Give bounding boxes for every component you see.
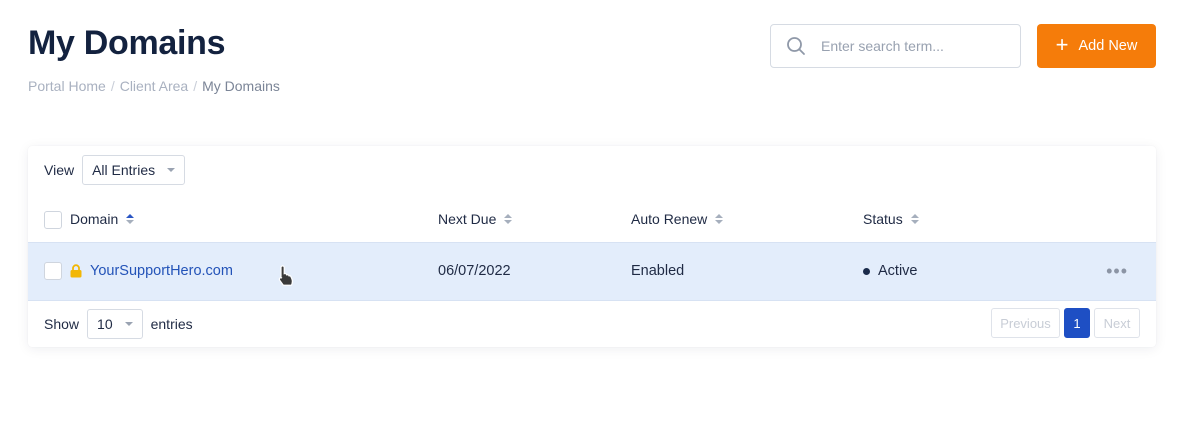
table-header: Domain Next Due Auto Renew Status xyxy=(28,198,1156,242)
breadcrumb: Portal Home / Client Area / My Domains xyxy=(28,78,280,94)
chevron-down-icon xyxy=(124,322,133,326)
column-header-domain[interactable]: Domain xyxy=(70,211,135,227)
pagination-page-1[interactable]: 1 xyxy=(1064,308,1090,338)
breadcrumb-current: My Domains xyxy=(202,78,280,94)
sort-icon xyxy=(715,214,724,224)
domain-link[interactable]: YourSupportHero.com xyxy=(90,263,233,279)
select-all-checkbox[interactable] xyxy=(44,211,62,229)
lock-icon xyxy=(70,264,82,278)
next-due-cell: 06/07/2022 xyxy=(438,263,511,279)
plus-icon: + xyxy=(1055,32,1069,57)
breadcrumb-client-area[interactable]: Client Area xyxy=(120,78,188,94)
chevron-down-icon xyxy=(167,168,176,172)
view-filter: View All Entries xyxy=(44,155,186,185)
column-header-next-due[interactable]: Next Due xyxy=(438,211,513,227)
column-label: Domain xyxy=(70,211,119,227)
pointer-cursor-icon xyxy=(276,265,296,292)
auto-renew-cell: Enabled xyxy=(631,263,685,279)
page-size-value: 10 xyxy=(97,316,113,332)
column-label: Next Due xyxy=(438,211,497,227)
breadcrumb-portal-home[interactable]: Portal Home xyxy=(28,78,106,94)
row-checkbox[interactable] xyxy=(44,262,62,280)
add-new-button[interactable]: + Add New xyxy=(1037,24,1156,68)
status-dot xyxy=(863,267,870,275)
view-label: View xyxy=(44,162,75,178)
more-icon[interactable]: ••• xyxy=(1106,261,1128,282)
domains-table-card: View All Entries Domain Next Due Auto Re… xyxy=(28,146,1156,347)
add-new-label: Add New xyxy=(1078,38,1138,54)
page-size-control: Show 10 entries xyxy=(44,309,193,339)
breadcrumb-separator: / xyxy=(193,78,198,94)
status-label: Active xyxy=(878,263,918,279)
sort-icon xyxy=(910,214,919,224)
view-select[interactable]: All Entries xyxy=(82,155,186,185)
search-input[interactable] xyxy=(821,38,1006,54)
sort-icon xyxy=(504,214,513,224)
page-size-select[interactable]: 10 xyxy=(87,309,143,339)
status-cell: Active xyxy=(863,263,918,279)
domain-cell: YourSupportHero.com xyxy=(70,263,233,279)
column-label: Status xyxy=(863,211,903,227)
pagination-next[interactable]: Next xyxy=(1094,308,1140,338)
table-row[interactable]: YourSupportHero.com 06/07/2022 Enabled A… xyxy=(28,242,1156,301)
pagination-previous[interactable]: Previous xyxy=(991,308,1060,338)
pagination: Previous 1 Next xyxy=(991,308,1140,338)
column-header-auto-renew[interactable]: Auto Renew xyxy=(631,211,724,227)
breadcrumb-separator: / xyxy=(110,78,115,94)
show-label: Show xyxy=(44,316,80,332)
sort-icon xyxy=(126,214,135,224)
entries-label: entries xyxy=(150,316,193,332)
search-icon xyxy=(771,36,821,56)
view-select-value: All Entries xyxy=(92,162,156,178)
column-header-status[interactable]: Status xyxy=(863,211,919,227)
page-title: My Domains xyxy=(28,24,226,62)
column-label: Auto Renew xyxy=(631,211,708,227)
search-box[interactable] xyxy=(770,24,1021,68)
